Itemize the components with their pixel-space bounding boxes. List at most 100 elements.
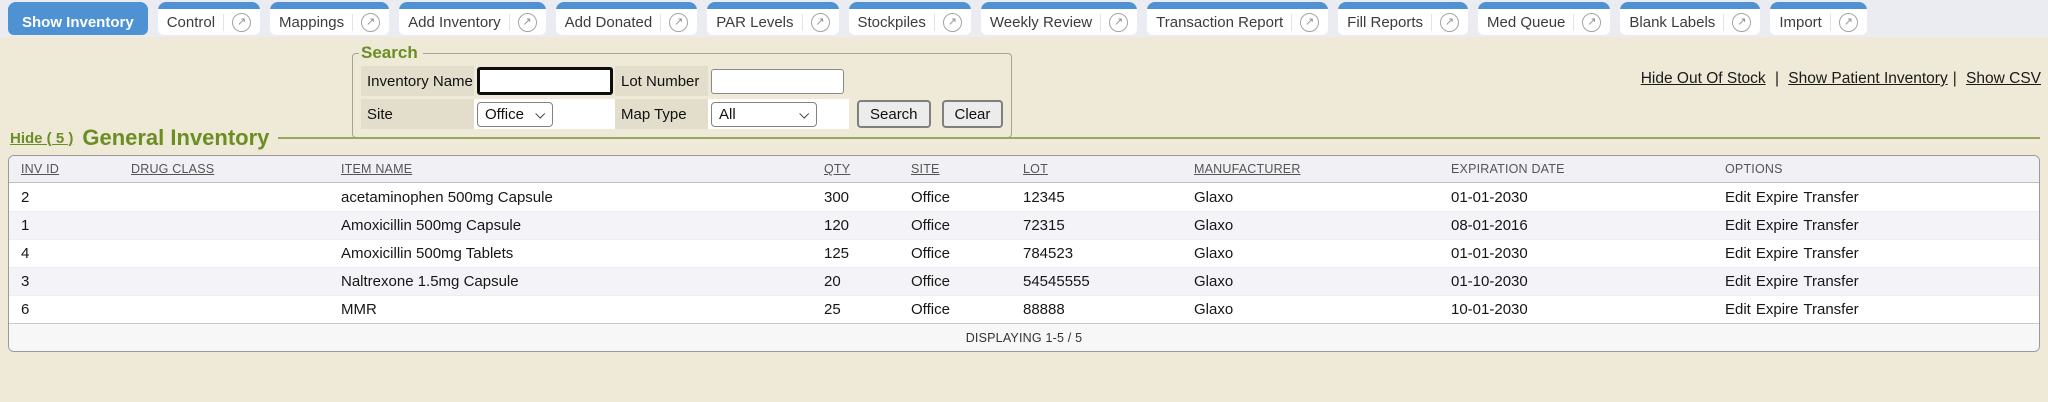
- table-row[interactable]: 6 MMR 25 Office 88888 Glaxo 10-01-2030 E…: [9, 295, 2039, 323]
- cell-options: Edit ExpireTransfer: [1713, 212, 2039, 239]
- tab-divider: [352, 14, 353, 31]
- table-row[interactable]: 2 acetaminophen 500mg Capsule 300 Office…: [9, 183, 2039, 211]
- cell-expiration-date: 01-01-2030: [1439, 183, 1713, 211]
- tab-med-queue[interactable]: Med Queue ↗: [1478, 2, 1610, 35]
- expire-link[interactable]: Expire: [1756, 189, 1799, 206]
- site-select[interactable]: Office: [477, 102, 553, 127]
- tab-blank-labels[interactable]: Blank Labels ↗: [1620, 2, 1760, 35]
- tab-divider: [1830, 14, 1831, 31]
- transfer-link[interactable]: Transfer: [1803, 301, 1858, 318]
- open-in-new-window-icon[interactable]: ↗: [1300, 13, 1319, 32]
- expire-link[interactable]: Expire: [1756, 273, 1799, 290]
- show-patient-inventory-link[interactable]: Show Patient Inventory: [1788, 70, 1947, 87]
- tab-add-donated[interactable]: Add Donated ↗: [556, 2, 698, 35]
- tab-label: Fill Reports: [1347, 14, 1423, 31]
- open-in-new-window-icon[interactable]: ↗: [1109, 13, 1128, 32]
- displaying-count: DISPLAYING 1-5 / 5: [966, 331, 1083, 345]
- open-in-new-window-icon[interactable]: ↗: [943, 13, 962, 32]
- open-in-new-window-icon[interactable]: ↗: [518, 13, 537, 32]
- table-row[interactable]: 3 Naltrexone 1.5mg Capsule 20 Office 545…: [9, 267, 2039, 295]
- edit-link[interactable]: Edit: [1725, 217, 1751, 234]
- column-header-lot[interactable]: LOT: [1011, 156, 1182, 182]
- search-form: Inventory Name Lot Number Site Office Ma…: [361, 66, 1003, 129]
- cell-item-name: Naltrexone 1.5mg Capsule: [329, 268, 812, 295]
- cell-lot: 72315: [1011, 212, 1182, 239]
- open-in-new-window-icon[interactable]: ↗: [811, 13, 830, 32]
- table-header-row: INV ID DRUG CLASS ITEM NAME QTY SITE LOT…: [9, 156, 2039, 183]
- cell-manufacturer: Glaxo: [1182, 268, 1439, 295]
- tab-show-inventory[interactable]: Show Inventory ↗: [8, 2, 148, 35]
- cell-options: Edit ExpireTransfer: [1713, 240, 2039, 267]
- open-in-new-window-icon[interactable]: ↗: [1582, 13, 1601, 32]
- edit-link[interactable]: Edit: [1725, 245, 1751, 262]
- cell-inv-id: 3: [9, 268, 119, 295]
- tab-transaction-report[interactable]: Transaction Report ↗: [1147, 2, 1328, 35]
- cell-options: Edit ExpireTransfer: [1713, 183, 2039, 211]
- transfer-link[interactable]: Transfer: [1803, 245, 1858, 262]
- column-header-manufacturer[interactable]: MANUFACTURER: [1182, 156, 1439, 182]
- column-header-item-name[interactable]: ITEM NAME: [329, 156, 812, 182]
- tab-accent-cap: [270, 2, 389, 9]
- tab-par-levels[interactable]: PAR Levels ↗: [707, 2, 838, 35]
- tab-bar: Show Inventory ↗ Control ↗ Mappings ↗ Ad…: [0, 0, 2048, 37]
- cell-inv-id: 1: [9, 212, 119, 239]
- hide-out-of-stock-link[interactable]: Hide Out Of Stock: [1641, 70, 1766, 87]
- expire-link[interactable]: Expire: [1756, 301, 1799, 318]
- inventory-name-input[interactable]: [477, 67, 613, 95]
- lot-number-input[interactable]: [711, 69, 844, 94]
- tab-accent-cap: [707, 2, 838, 9]
- tab-import[interactable]: Import ↗: [1770, 2, 1867, 35]
- open-in-new-window-icon[interactable]: ↗: [1839, 13, 1858, 32]
- tab-label: Mappings: [279, 14, 344, 31]
- transfer-link[interactable]: Transfer: [1803, 217, 1858, 234]
- tab-weekly-review[interactable]: Weekly Review ↗: [981, 2, 1137, 35]
- open-in-new-window-icon[interactable]: ↗: [1440, 13, 1459, 32]
- edit-link[interactable]: Edit: [1725, 273, 1751, 290]
- cell-expiration-date: 01-10-2030: [1439, 268, 1713, 295]
- column-header-drug-class[interactable]: DRUG CLASS: [119, 156, 329, 182]
- tab-label: Weekly Review: [990, 14, 1092, 31]
- tab-divider: [802, 14, 803, 31]
- tab-accent-cap: [1147, 2, 1328, 9]
- show-csv-link[interactable]: Show CSV: [1966, 70, 2041, 87]
- tab-add-inventory[interactable]: Add Inventory ↗: [399, 2, 546, 35]
- link-separator: |: [1953, 70, 1957, 87]
- link-separator: |: [1771, 70, 1779, 87]
- open-in-new-window-icon[interactable]: ↗: [232, 13, 251, 32]
- cell-lot: 88888: [1011, 296, 1182, 323]
- clear-button[interactable]: Clear: [942, 100, 1004, 128]
- hide-section-link[interactable]: Hide ( 5 ): [10, 130, 73, 147]
- column-header-qty[interactable]: QTY: [812, 156, 899, 182]
- tab-control[interactable]: Control ↗: [158, 2, 260, 35]
- transfer-link[interactable]: Transfer: [1803, 273, 1858, 290]
- open-in-new-window-icon[interactable]: ↗: [669, 13, 688, 32]
- tab-fill-reports[interactable]: Fill Reports ↗: [1338, 2, 1468, 35]
- column-header-inv-id[interactable]: INV ID: [9, 156, 119, 182]
- inventory-table: INV ID DRUG CLASS ITEM NAME QTY SITE LOT…: [8, 155, 2040, 352]
- table-row[interactable]: 4 Amoxicillin 500mg Tablets 125 Office 7…: [9, 239, 2039, 267]
- tab-label: Transaction Report: [1156, 14, 1283, 31]
- tab-mappings[interactable]: Mappings ↗: [270, 2, 389, 35]
- table-row[interactable]: 1 Amoxicillin 500mg Capsule 120 Office 7…: [9, 211, 2039, 239]
- map-type-select[interactable]: All: [711, 102, 817, 127]
- tab-divider: [1723, 14, 1724, 31]
- column-header-site[interactable]: SITE: [899, 156, 1011, 182]
- search-button[interactable]: Search: [857, 100, 931, 128]
- cell-qty: 25: [812, 296, 899, 323]
- inventory-name-label: Inventory Name: [361, 66, 474, 96]
- edit-link[interactable]: Edit: [1725, 301, 1751, 318]
- table-footer: DISPLAYING 1-5 / 5: [9, 323, 2039, 351]
- tab-accent-cap: [1338, 2, 1468, 9]
- tab-label: Add Donated: [565, 14, 653, 31]
- expire-link[interactable]: Expire: [1756, 245, 1799, 262]
- expire-link[interactable]: Expire: [1756, 217, 1799, 234]
- open-in-new-window-icon[interactable]: ↗: [361, 13, 380, 32]
- cell-item-name: Amoxicillin 500mg Capsule: [329, 212, 812, 239]
- open-in-new-window-icon[interactable]: ↗: [1732, 13, 1751, 32]
- transfer-link[interactable]: Transfer: [1803, 189, 1858, 206]
- edit-link[interactable]: Edit: [1725, 189, 1751, 206]
- tab-label: Import: [1779, 14, 1822, 31]
- tab-stockpiles[interactable]: Stockpiles ↗: [849, 2, 971, 35]
- tab-divider: [223, 14, 224, 31]
- cell-options: Edit ExpireTransfer: [1713, 268, 2039, 295]
